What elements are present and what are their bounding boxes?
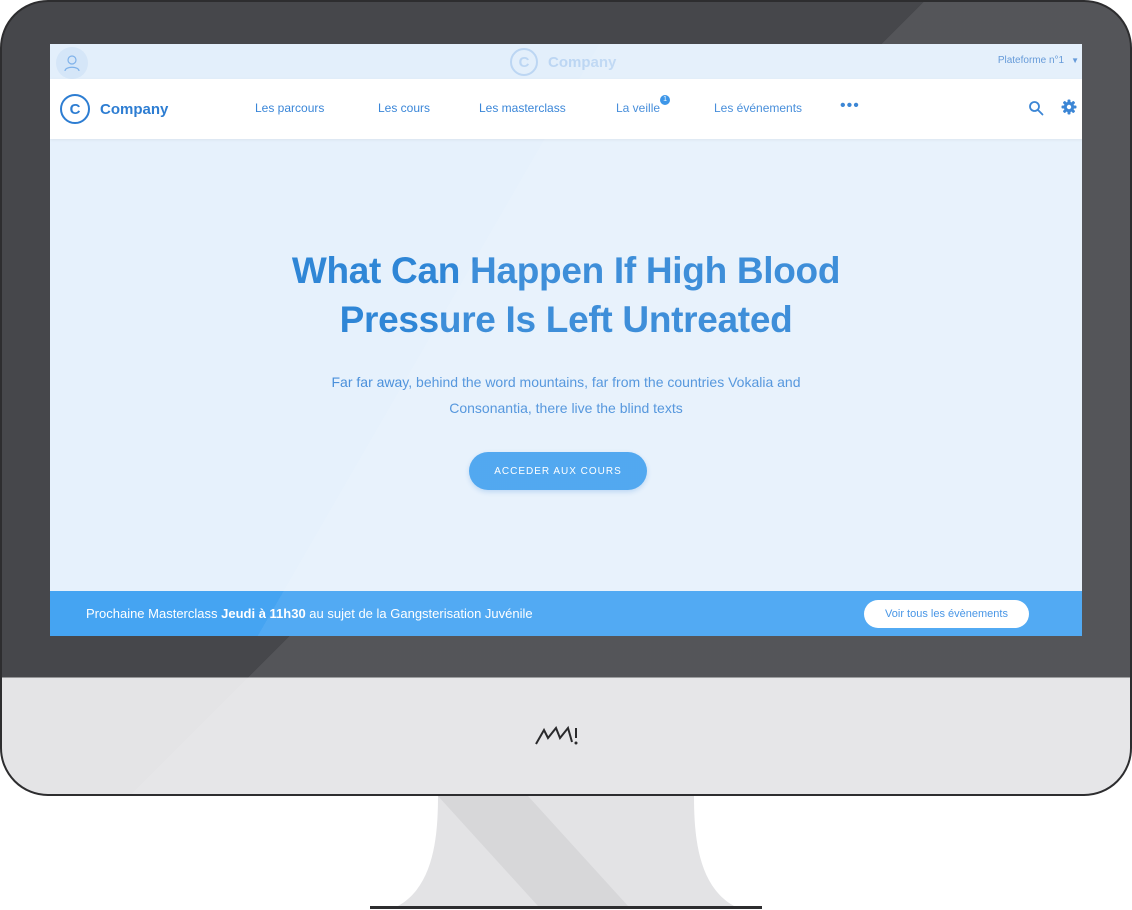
navbar-brand-name: Company <box>100 100 169 118</box>
gear-icon[interactable] <box>1061 99 1077 115</box>
banner-prefix: Prochaine Masterclass <box>86 606 222 621</box>
search-icon[interactable] <box>1028 100 1044 116</box>
top-bar: C Company Plateforme n°1 ▼ <box>50 44 1082 79</box>
banner-date: Jeudi à 11h30 <box>221 606 306 621</box>
topbar-brand: C Company <box>510 48 616 76</box>
monitor-brand-logo-icon <box>535 725 578 745</box>
nav-item-masterclass[interactable]: Les masterclass <box>479 101 566 115</box>
platform-selector[interactable]: Plateforme n°1 ▼ <box>998 55 1079 66</box>
nav-item-parcours[interactable]: Les parcours <box>255 101 324 115</box>
brand-logo-icon: C <box>60 94 90 124</box>
user-avatar[interactable] <box>56 47 88 79</box>
nav-item-evenements[interactable]: Les événements <box>714 101 802 115</box>
app-screen: C Company Plateforme n°1 ▼ C Company Les… <box>50 44 1082 636</box>
masterclass-banner: Prochaine Masterclass Jeudi à 11h30 au s… <box>50 591 1082 636</box>
navbar-brand[interactable]: C Company <box>60 94 168 124</box>
nav-item-cours[interactable]: Les cours <box>378 101 430 115</box>
monitor-stand-base <box>370 906 762 909</box>
nav-item-veille[interactable]: La veille 1 <box>616 95 671 115</box>
user-avatar-icon <box>64 55 80 72</box>
caret-down-icon: ▼ <box>1071 56 1079 65</box>
main-navbar: C Company Les parcours Les cours Les mas… <box>50 79 1082 139</box>
hero-subtitle: Far far away, behind the word mountains,… <box>331 374 801 416</box>
more-menu-icon[interactable]: ••• <box>840 97 860 115</box>
masterclass-banner-text: Prochaine Masterclass Jeudi à 11h30 au s… <box>86 606 533 621</box>
nav-item-veille-label: La veille <box>616 101 661 115</box>
hero-title: What Can Happen If High Blood Pressure I… <box>291 250 841 340</box>
notification-badge: 1 <box>660 95 671 105</box>
monitor-stand <box>398 796 734 906</box>
platform-label: Plateforme n°1 <box>997 55 1065 66</box>
topbar-brand-name: Company <box>548 53 617 71</box>
view-all-events-button[interactable]: Voir tous les évènements <box>864 600 1029 628</box>
banner-suffix: au sujet de la Gangsterisation Juvénile <box>305 606 533 621</box>
access-courses-button[interactable]: ACCEDER AUX COURS <box>469 452 647 490</box>
brand-logo-icon: C <box>510 48 538 76</box>
